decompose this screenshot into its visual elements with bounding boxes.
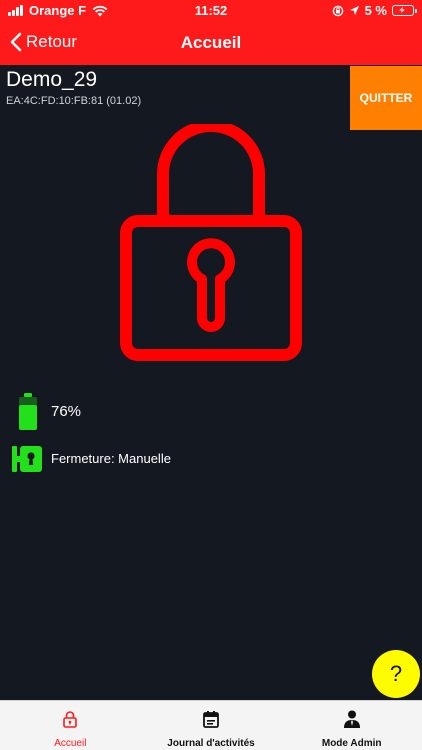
tab-bar: Accueil Journal d'activités Mode Admin [0, 700, 422, 750]
tab-label-journal: Journal d'activités [167, 738, 255, 749]
help-button[interactable]: ? [372, 650, 420, 698]
tab-journal[interactable]: Journal d'activités [141, 701, 282, 750]
quit-button[interactable]: QUITTER [350, 66, 422, 130]
status-bar-right: 5 % [332, 3, 417, 18]
battery-percent-label: 5 % [364, 3, 387, 18]
tab-accueil[interactable]: Accueil [0, 701, 141, 750]
app-header: Orange F 11:52 5 % Retour Accueil [0, 0, 422, 65]
device-name: Demo_29 [6, 68, 98, 91]
tab-label-accueil: Accueil [54, 738, 87, 749]
rotation-lock-icon [332, 5, 343, 16]
device-mac-address: EA:4C:FD:10:FB:81 (01.02) [6, 95, 142, 107]
tab-admin[interactable]: Mode Admin [281, 701, 422, 750]
lock-icon [63, 711, 78, 728]
manual-lock-icon [12, 446, 42, 472]
nav-bar: Retour Accueil [0, 22, 422, 65]
lock-status-icon[interactable] [120, 124, 302, 364]
phone-battery-icon [392, 5, 417, 16]
closing-mode: Fermeture: Manuelle [51, 451, 171, 466]
tab-label-admin: Mode Admin [321, 738, 382, 749]
location-arrow-icon [349, 6, 359, 15]
admin-user-icon [343, 710, 360, 728]
calendar-icon [203, 711, 219, 728]
battery-icon [19, 393, 37, 430]
page-title: Accueil [180, 33, 242, 52]
status-bar: Orange F 11:52 5 % [0, 0, 422, 22]
battery-level: 76% [51, 403, 82, 420]
